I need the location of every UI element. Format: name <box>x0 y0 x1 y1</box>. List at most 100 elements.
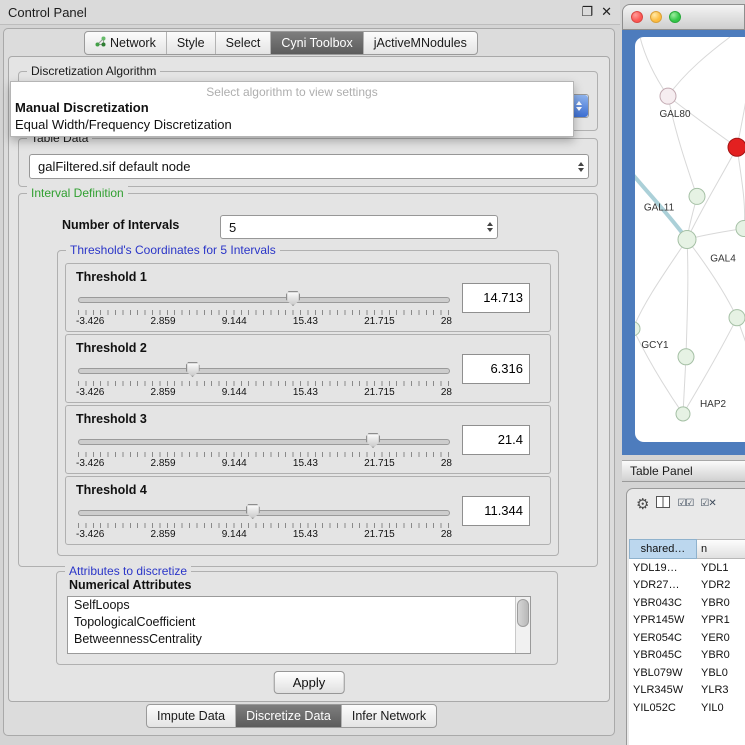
slider-tick-marks <box>78 452 450 457</box>
tick-label: 28 <box>441 387 452 398</box>
minimize-traffic-light-icon[interactable] <box>650 11 662 23</box>
deselect-icon[interactable]: ☑✕ <box>700 499 715 509</box>
number-of-intervals-combobox[interactable]: 5 <box>220 215 498 239</box>
table-cell: YER054C <box>629 632 697 644</box>
threshold-slider[interactable] <box>76 434 452 449</box>
slider-thumb[interactable] <box>246 504 260 519</box>
network-edge[interactable] <box>687 240 737 318</box>
table-cell: YDL19… <box>629 562 697 574</box>
slider-thumb[interactable] <box>186 362 200 377</box>
network-node[interactable] <box>676 407 690 421</box>
table-row[interactable]: YBL079WYBL0 <box>629 664 745 682</box>
threshold-slider[interactable] <box>76 363 452 378</box>
select-all-icon[interactable]: ☑☑ <box>677 499 693 509</box>
network-node-label: GAL4 <box>710 254 736 265</box>
tick-label: 9.144 <box>222 316 247 327</box>
table-window: ⚙ ☑☑ ☑✕ shared… n YDL19…YDL1YDR27…YDR2YB… <box>626 488 745 745</box>
network-edge[interactable] <box>686 240 688 357</box>
table-row[interactable]: YBR045CYBR0 <box>629 647 745 665</box>
tab-impute-data[interactable]: Impute Data <box>147 705 236 727</box>
combobox-stepper-icon[interactable] <box>483 216 497 238</box>
network-canvas[interactable]: GAL80GAL11GAL4GCY1HAP2 <box>635 37 745 442</box>
columns-icon[interactable] <box>656 495 670 513</box>
column-header-shared-name[interactable]: shared… <box>629 539 697 559</box>
tick-label: 28 <box>441 529 452 540</box>
network-node[interactable] <box>736 220 745 236</box>
table-panel-title: Table Panel <box>622 464 693 478</box>
close-window-icon[interactable]: ✕ <box>601 4 612 20</box>
network-node[interactable] <box>635 322 640 336</box>
threshold-value-field[interactable]: 6.316 <box>462 354 530 384</box>
tick-label: 15.43 <box>293 316 318 327</box>
table-cell: YBR043C <box>629 597 697 609</box>
tab-jactivemnodules[interactable]: jActiveMNodules <box>364 32 477 54</box>
network-node[interactable] <box>678 349 694 365</box>
table-row[interactable]: YDR27…YDR2 <box>629 577 745 595</box>
slider-track <box>78 439 450 445</box>
tab-select[interactable]: Select <box>216 32 272 54</box>
tick-label: 2.859 <box>151 529 176 540</box>
tick-label: 15.43 <box>293 458 318 469</box>
network-node-label: GCY1 <box>641 340 669 351</box>
tab-cyni-toolbox[interactable]: Cyni Toolbox <box>271 32 363 54</box>
close-traffic-light-icon[interactable] <box>631 11 643 23</box>
network-node[interactable] <box>728 138 745 156</box>
table-row[interactable]: YER054CYER0 <box>629 629 745 647</box>
threshold-value-field[interactable]: 11.344 <box>462 496 530 526</box>
tick-label: 21.715 <box>364 529 395 540</box>
network-node[interactable] <box>660 88 676 104</box>
table-data-combobox[interactable]: galFiltered.sif default node <box>29 154 589 179</box>
table-row[interactable]: YPR145WYPR1 <box>629 612 745 630</box>
network-edge[interactable] <box>737 77 745 147</box>
zoom-traffic-light-icon[interactable] <box>669 11 681 23</box>
tick-label: 21.715 <box>364 387 395 398</box>
attribute-list-item[interactable]: SelfLoops <box>68 597 530 614</box>
network-edge[interactable] <box>683 357 686 414</box>
dropdown-option-manual-discretization[interactable]: Manual Discretization <box>11 99 573 116</box>
combobox-stepper-icon[interactable] <box>574 155 588 178</box>
top-tab-bar: Network Style Select Cyni Toolbox jActiv… <box>84 31 478 55</box>
network-edge[interactable] <box>737 147 745 228</box>
column-header-name[interactable]: n <box>697 539 745 559</box>
settings-gear-icon[interactable]: ⚙ <box>636 497 649 512</box>
table-row[interactable]: YIL052CYIL0 <box>629 699 745 717</box>
threshold-slider[interactable] <box>76 292 452 307</box>
threshold-value-field[interactable]: 21.4 <box>462 425 530 455</box>
slider-track <box>78 297 450 303</box>
bottom-tab-bar: Impute Data Discretize Data Infer Networ… <box>146 704 437 728</box>
network-edge[interactable] <box>640 37 668 96</box>
scrollbar-thumb[interactable] <box>517 599 529 627</box>
apply-button[interactable]: Apply <box>274 671 345 694</box>
network-node[interactable] <box>729 310 745 326</box>
attribute-list-item[interactable]: BetweennessCentrality <box>68 631 530 648</box>
dropdown-placeholder: Select algorithm to view settings <box>11 85 573 99</box>
tab-network[interactable]: Network <box>85 32 167 54</box>
slider-thumb[interactable] <box>286 291 300 306</box>
numerical-attributes-list[interactable]: SelfLoopsTopologicalCoefficientBetweenne… <box>67 596 531 654</box>
list-scrollbar[interactable] <box>515 597 530 653</box>
network-node[interactable] <box>678 230 696 248</box>
dropdown-option-equal-width-frequency[interactable]: Equal Width/Frequency Discretization <box>11 116 573 133</box>
threshold-label: Threshold 2 <box>76 341 452 355</box>
table-row[interactable]: YLR345WYLR3 <box>629 682 745 700</box>
tab-discretize-data[interactable]: Discretize Data <box>236 705 342 727</box>
table-row[interactable]: YDL19…YDL1 <box>629 559 745 577</box>
threshold-value-field[interactable]: 14.713 <box>462 283 530 313</box>
tick-label: -3.426 <box>76 387 104 398</box>
float-window-icon[interactable]: ❐ <box>581 4 593 20</box>
tab-infer-network[interactable]: Infer Network <box>342 705 436 727</box>
tab-style[interactable]: Style <box>167 32 216 54</box>
table-cell: YDR2 <box>697 579 745 591</box>
attribute-list-item[interactable]: TopologicalCoefficient <box>68 614 530 631</box>
table-data-combobox-value: galFiltered.sif default node <box>30 159 574 174</box>
network-node[interactable] <box>689 188 705 204</box>
network-edge[interactable] <box>668 37 730 96</box>
slider-thumb[interactable] <box>366 433 380 448</box>
threshold-slider[interactable] <box>76 505 452 520</box>
table-row[interactable]: YBR043CYBR0 <box>629 594 745 612</box>
tick-label: 9.144 <box>222 387 247 398</box>
screen: Control Panel ❐ ✕ Network Style Select C… <box>0 0 745 745</box>
network-edge[interactable] <box>635 240 687 329</box>
fieldset-legend: Attributes to discretize <box>65 564 191 578</box>
table-cell: YPR1 <box>697 614 745 626</box>
